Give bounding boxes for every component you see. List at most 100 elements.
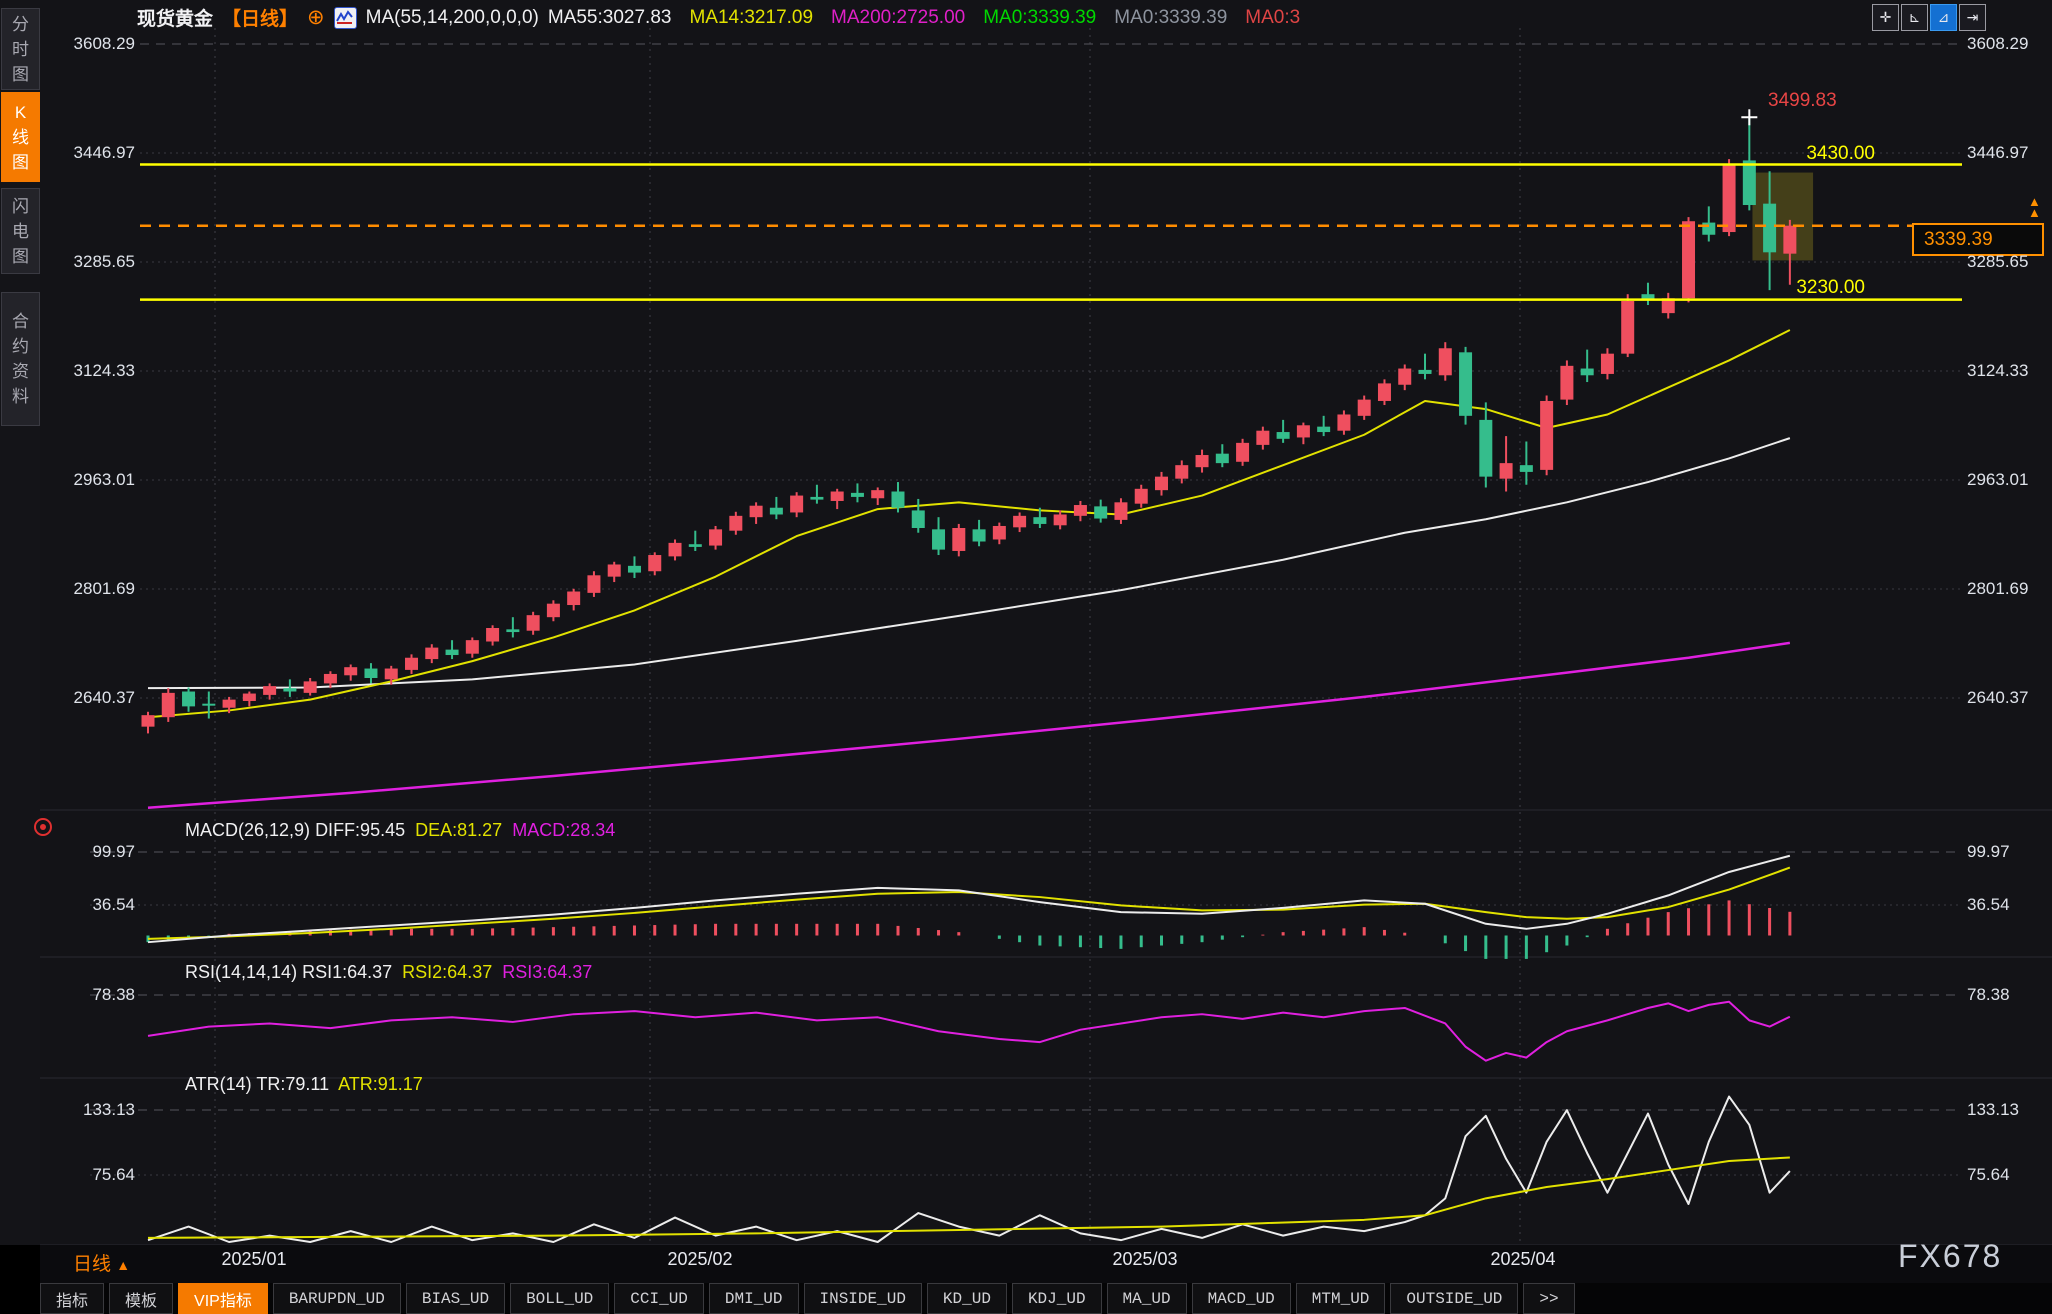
- candles: [142, 117, 1797, 733]
- rsi-pane-header: RSI(14,14,14) RSI1:64.37 RSI2:64.37 RSI3…: [185, 962, 592, 983]
- auto-scale-icon[interactable]: ⊿: [1930, 4, 1957, 31]
- resistance-level-label: 3430.00: [1765, 143, 1875, 165]
- sidebar-tab-1[interactable]: 分时图: [1, 8, 40, 90]
- bottom-tab-outside-ud[interactable]: OUTSIDE_UD: [1390, 1283, 1518, 1314]
- bottom-tab-boll-ud[interactable]: BOLL_UD: [510, 1283, 609, 1314]
- rsi-axis-label-left: 78.38: [40, 985, 135, 1005]
- sidebar-tab-4[interactable]: 合约资料: [1, 292, 40, 426]
- macd-axis-label-right: 36.54: [1967, 895, 2010, 915]
- sidebar-tab-2[interactable]: K线图: [1, 92, 40, 182]
- period-dropdown-arrow-icon: ▲: [116, 1257, 130, 1273]
- bottom-tab-kdj-ud[interactable]: KDJ_UD: [1012, 1283, 1102, 1314]
- sidebar-tab-label: 分时图: [11, 12, 31, 87]
- watermark: FX678: [1898, 1238, 2002, 1275]
- price-axis-label-left: 3285.65: [40, 252, 135, 272]
- atr-axis-label-left: 75.64: [40, 1165, 135, 1185]
- price-up-arrows-icon: ▲▲: [2028, 196, 2041, 218]
- price-axis-label-right: 3124.33: [1967, 361, 2028, 381]
- bottom-tab-bias-ud[interactable]: BIAS_UD: [406, 1283, 505, 1314]
- period-selector[interactable]: 日线 ▲: [73, 1249, 130, 1276]
- add-indicator-icon[interactable]: ⊕: [307, 7, 325, 28]
- corner-block: [0, 1245, 40, 1314]
- bottom-tab-mtm-ud[interactable]: MTM_UD: [1296, 1283, 1386, 1314]
- symbol-title: 现货黄金: [137, 4, 213, 31]
- price-axis-label-left: 3124.33: [40, 361, 135, 381]
- sidebar-tab-label: 闪电图: [11, 194, 31, 269]
- atr-name: ATR(14): [185, 1074, 252, 1094]
- atr-axis-label-left: 133.13: [40, 1100, 135, 1120]
- bottom-tab-cci-ud[interactable]: CCI_UD: [614, 1283, 704, 1314]
- price-axis-label-left: 3608.29: [40, 34, 135, 54]
- macd-pane-header: MACD(26,12,9) DIFF:95.45 DEA:81.27 MACD:…: [185, 820, 615, 841]
- price-axis-label-right: 3608.29: [1967, 34, 2028, 54]
- price-axis-label-right: 2963.01: [1967, 470, 2028, 490]
- rsi-axis-label-right: 78.38: [1967, 985, 2010, 1005]
- left-sidebar: 分时图 K线图闪电图合约资料: [0, 0, 40, 1245]
- crosshair-icon[interactable]: ✛: [1872, 4, 1899, 31]
- drawing-target-icon[interactable]: [34, 818, 52, 836]
- ma-settings: MA(55,14,200,0,0,0): [366, 7, 539, 29]
- atr-tr-value: TR:79.11: [256, 1074, 329, 1094]
- support-level-label: 3230.00: [1755, 277, 1865, 299]
- macd-diff-value: DIFF:95.45: [315, 820, 405, 840]
- ma-legend-item-2: MA200:2725.00: [831, 7, 965, 29]
- bottom-tab-vip指标[interactable]: VIP指标: [178, 1283, 268, 1314]
- chart-canvas[interactable]: [0, 0, 2052, 1245]
- price-axis-label-left: 2640.37: [40, 688, 135, 708]
- x-axis-row: 2025/01 2025/02 2025/03 2025/04: [40, 1245, 2052, 1283]
- ma-legend-item-0: MA55:3027.83: [548, 7, 672, 29]
- rsi3-value: RSI3:64.37: [502, 962, 592, 982]
- period-tag: 【日线】: [222, 4, 298, 31]
- atr-axis-label-right: 75.64: [1967, 1165, 2010, 1185]
- high-annotation-label: 3499.83: [1768, 90, 1837, 112]
- macd-axis-label-left: 99.97: [40, 842, 135, 862]
- chart-toolbar: ✛⊾⊿⇥: [1872, 4, 1986, 31]
- ma-legend-item-5: MA0:3: [1245, 7, 1300, 29]
- atr-axis-label-right: 133.13: [1967, 1100, 2019, 1120]
- bottom-tab-kd-ud[interactable]: KD_UD: [927, 1283, 1007, 1314]
- price-axis-label-left: 2963.01: [40, 470, 135, 490]
- bottom-tab-指标[interactable]: 指标: [40, 1283, 104, 1314]
- macd-axis-label-left: 36.54: [40, 895, 135, 915]
- ma-legend: MA55:3027.83 MA14:3217.09 MA200:2725.00 MA0…: [548, 7, 1300, 29]
- kline-app: 现货黄金 【日线】 ⊕ MA(55,14,200,0,0,0) MA55:302…: [0, 0, 2052, 1314]
- bottom-tab-dmi-ud[interactable]: DMI_UD: [709, 1283, 799, 1314]
- rsi1-value: RSI1:64.37: [302, 962, 392, 982]
- mini-chart-icon[interactable]: [334, 7, 357, 29]
- sidebar-tab-3[interactable]: 闪电图: [1, 188, 40, 274]
- period-selector-label: 日线: [73, 1254, 111, 1275]
- price-axis-label-right: 3446.97: [1967, 143, 2028, 163]
- macd-name: MACD(26,12,9): [185, 820, 310, 840]
- rsi2-value: RSI2:64.37: [402, 962, 492, 982]
- ma-legend-item-1: MA14:3217.09: [689, 7, 813, 29]
- bottom-tab--[interactable]: >>: [1523, 1283, 1574, 1314]
- axis-scale-icon[interactable]: ⊾: [1901, 4, 1928, 31]
- price-axis-label-right: 2640.37: [1967, 688, 2028, 708]
- pan-right-icon[interactable]: ⇥: [1959, 4, 1986, 31]
- x-axis-label: 2025/04: [1490, 1249, 1555, 1270]
- atr-atr-value: ATR:91.17: [338, 1074, 423, 1094]
- price-axis-label-left: 2801.69: [40, 579, 135, 599]
- macd-axis-label-right: 99.97: [1967, 842, 2010, 862]
- price-axis-label-right: 3285.65: [1967, 252, 2028, 272]
- rsi-name: RSI(14,14,14): [185, 962, 297, 982]
- bottom-tab-模板[interactable]: 模板: [109, 1283, 173, 1314]
- bottom-tab-inside-ud[interactable]: INSIDE_UD: [804, 1283, 922, 1314]
- x-axis-label: 2025/02: [667, 1249, 732, 1270]
- sidebar-tab-label: 合约资料: [11, 309, 31, 409]
- macd-macd-value: MACD:28.34: [512, 820, 615, 840]
- x-axis-label: 2025/03: [1112, 1249, 1177, 1270]
- bottom-tab-barupdn-ud[interactable]: BARUPDN_UD: [273, 1283, 401, 1314]
- ma-legend-item-4: MA0:3339.39: [1114, 7, 1227, 29]
- indicator-tabbar: 指标模板VIP指标BARUPDN_UDBIAS_UDBOLL_UDCCI_UDD…: [40, 1283, 2052, 1314]
- price-axis-label-left: 3446.97: [40, 143, 135, 163]
- bottom-tab-macd-ud[interactable]: MACD_UD: [1192, 1283, 1291, 1314]
- sidebar-tab-label: K线图: [11, 100, 31, 175]
- chart-header: 现货黄金 【日线】 ⊕ MA(55,14,200,0,0,0) MA55:302…: [137, 4, 1300, 31]
- bottom-tab-ma-ud[interactable]: MA_UD: [1107, 1283, 1187, 1314]
- ma-legend-item-3: MA0:3339.39: [983, 7, 1096, 29]
- macd-dea-value: DEA:81.27: [415, 820, 502, 840]
- x-axis-label: 2025/01: [221, 1249, 286, 1270]
- price-axis-label-right: 2801.69: [1967, 579, 2028, 599]
- atr-pane-header: ATR(14) TR:79.11 ATR:91.17: [185, 1074, 423, 1095]
